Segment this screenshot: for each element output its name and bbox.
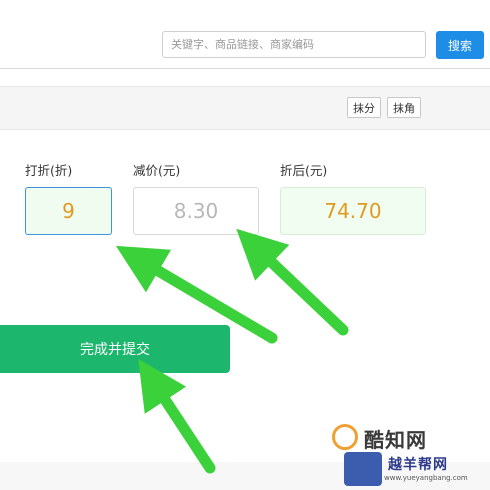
round-jiao-button[interactable]: 抹角: [387, 97, 421, 118]
reduction-input[interactable]: 8.30: [133, 187, 259, 235]
watermark-line1: 酷知网: [364, 428, 427, 452]
after-discount-label: 折后(元): [280, 163, 328, 178]
annotation-arrows: [115, 228, 349, 474]
search-button[interactable]: 搜索: [436, 31, 484, 59]
top-bar: 搜索: [0, 0, 490, 69]
reduction-label: 减价(元): [133, 163, 181, 178]
arrow-to-reduction: [236, 228, 349, 336]
arrow-to-submit: [138, 358, 216, 474]
watermark-badge-icon: [344, 452, 382, 486]
discount-label: 打折(折): [25, 163, 73, 178]
submit-button[interactable]: 完成并提交: [0, 325, 230, 373]
round-fen-button[interactable]: 抹分: [347, 97, 381, 118]
after-discount-value: 74.70: [280, 187, 426, 235]
watermark-line2: 越羊帮网: [388, 457, 448, 473]
search-input[interactable]: [162, 31, 426, 58]
watermark-ring-icon: [332, 424, 358, 450]
discount-input[interactable]: 9: [25, 187, 112, 235]
watermark-url: www.yueyangbang.com: [384, 474, 468, 482]
watermark-logo: 酷知网 越羊帮网 www.yueyangbang.com: [322, 420, 490, 490]
